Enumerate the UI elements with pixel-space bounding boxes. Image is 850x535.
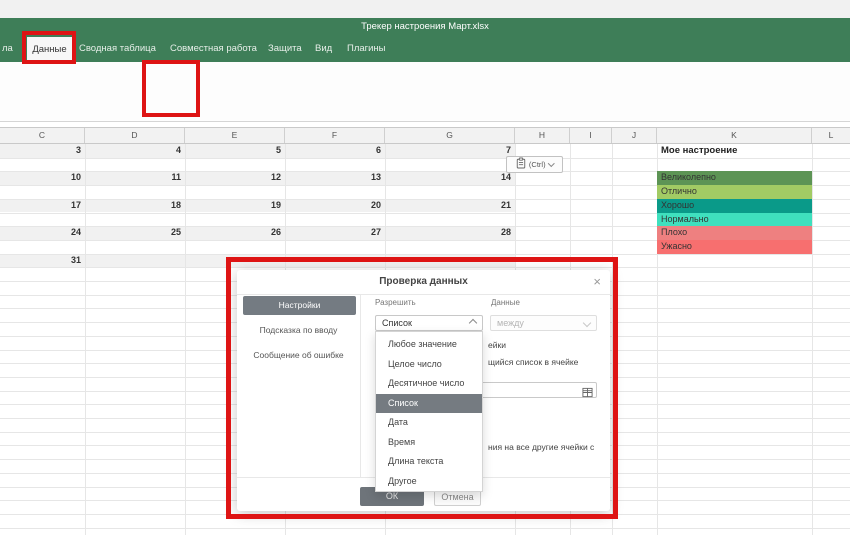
cell-value[interactable]: 25 (85, 226, 181, 240)
cell-value[interactable]: 13 (285, 171, 381, 185)
gridline-v (612, 144, 613, 535)
gridline-v (812, 144, 813, 535)
source-range-input[interactable] (467, 382, 597, 398)
cell-value[interactable]: 14 (385, 171, 511, 185)
menu-item-совместная-работа[interactable]: Совместная работа (170, 36, 257, 62)
cell-value[interactable]: 21 (385, 199, 511, 213)
cell-value[interactable]: 6 (285, 144, 381, 158)
cell-value[interactable]: 7 (385, 144, 511, 158)
checkbox-label-fragment: щийся список в ячейке (488, 357, 578, 367)
allow-dropdown-list: Любое значениеЦелое числоДесятичное числ… (375, 331, 483, 492)
chevron-down-icon (548, 160, 554, 166)
cell-value[interactable]: 18 (85, 199, 181, 213)
dropdown-item[interactable]: Другое (376, 472, 482, 492)
cell-value[interactable]: 24 (0, 226, 81, 240)
column-header-D[interactable]: D (85, 128, 185, 143)
allow-field-label: Разрешить (375, 298, 416, 307)
window-chrome-strip (0, 0, 850, 18)
mood-cell[interactable]: Ужасно (657, 240, 812, 254)
column-headers-row: CDEFGHIJKL (0, 127, 850, 144)
column-header-C[interactable]: C (0, 128, 85, 143)
mood-cell[interactable]: Отлично (657, 185, 812, 199)
cell-value[interactable]: 12 (185, 171, 281, 185)
menu-item-защита[interactable]: Защита (268, 36, 302, 62)
mood-cell[interactable]: Плохо (657, 226, 812, 240)
checkbox-label-fragment: ния на все другие ячейки с (488, 442, 594, 452)
dialog-tab-settings[interactable]: Настройки (243, 296, 356, 315)
chevron-up-icon (469, 319, 477, 327)
cell-value[interactable]: 27 (285, 226, 381, 240)
column-header-L[interactable]: L (812, 128, 850, 143)
checkbox-label-fragment: ейки (488, 340, 506, 350)
column-header-K[interactable]: K (657, 128, 812, 143)
dropdown-item[interactable]: Время (376, 433, 482, 453)
gridline-h (0, 158, 850, 159)
cell-value[interactable]: 17 (0, 199, 81, 213)
column-header-E[interactable]: E (185, 128, 285, 143)
mood-cell[interactable]: Нормально (657, 213, 812, 227)
cell-value[interactable]: 19 (185, 199, 281, 213)
menu-item-данные[interactable]: Данные (27, 37, 72, 62)
data-select-value: между (497, 318, 524, 328)
cell-value[interactable]: 26 (185, 226, 281, 240)
dropdown-item[interactable]: Длина текста (376, 452, 482, 472)
title-bar: Трекер настроения Март.xlsx (0, 18, 850, 36)
toolbar: раиваемаяотировкаТекст постолбцамУдалить… (0, 62, 850, 122)
dropdown-item[interactable]: Список (376, 394, 482, 414)
allow-select-value: Список (382, 318, 412, 328)
column-header-I[interactable]: I (570, 128, 612, 143)
cell-value[interactable]: 28 (385, 226, 511, 240)
paste-options-label: (Ctrl) (529, 160, 546, 169)
cell-value[interactable]: 10 (0, 171, 81, 185)
mood-column-title[interactable]: Мое настроение (661, 144, 737, 158)
dropdown-item[interactable]: Десятичное число (376, 374, 482, 394)
allow-select[interactable]: Список (375, 315, 483, 331)
menu-bar: ла Данные Сводная таблица Совместная работ… (0, 36, 850, 62)
cell-value[interactable]: 11 (85, 171, 181, 185)
dialog-tab-input-message[interactable]: Подсказка по вводу (237, 322, 360, 339)
clipboard-icon (516, 156, 526, 174)
menu-item-fragment[interactable]: ла (2, 36, 13, 62)
chevron-down-icon (583, 319, 591, 327)
dialog-divider (237, 294, 610, 295)
close-icon[interactable]: × (593, 274, 601, 290)
dialog-divider (360, 294, 361, 477)
paste-options-button[interactable]: (Ctrl) (506, 156, 563, 173)
dialog-title: Проверка данных (237, 270, 610, 294)
gridline-h (0, 267, 850, 268)
data-select[interactable]: между (490, 315, 597, 331)
cell-value[interactable]: 5 (185, 144, 281, 158)
gridline-h (0, 514, 850, 515)
menu-item-вид[interactable]: Вид (315, 36, 332, 62)
dropdown-item[interactable]: Дата (376, 413, 482, 433)
column-header-F[interactable]: F (285, 128, 385, 143)
column-header-J[interactable]: J (612, 128, 657, 143)
column-header-G[interactable]: G (385, 128, 515, 143)
dialog-tab-error-alert[interactable]: Сообщение об ошибке (237, 347, 360, 364)
menu-item-сводная-таблица[interactable]: Сводная таблица (79, 36, 156, 62)
document-title: Трекер настроения Март.xlsx (361, 21, 489, 32)
menu-item-плагины[interactable]: Плагины (347, 36, 386, 62)
cell-value[interactable]: 4 (85, 144, 181, 158)
range-selector-icon[interactable] (582, 385, 593, 403)
cell-value[interactable]: 3 (0, 144, 81, 158)
dropdown-item[interactable]: Любое значение (376, 335, 482, 355)
cell-value[interactable]: 31 (0, 254, 81, 268)
data-field-label: Данные (491, 298, 520, 307)
mood-cell[interactable]: Великолепно (657, 171, 812, 185)
dropdown-item[interactable]: Целое число (376, 355, 482, 375)
mood-cell[interactable]: Хорошо (657, 199, 812, 213)
cell-value[interactable]: 20 (285, 199, 381, 213)
gridline-h (0, 528, 850, 529)
column-header-H[interactable]: H (515, 128, 570, 143)
